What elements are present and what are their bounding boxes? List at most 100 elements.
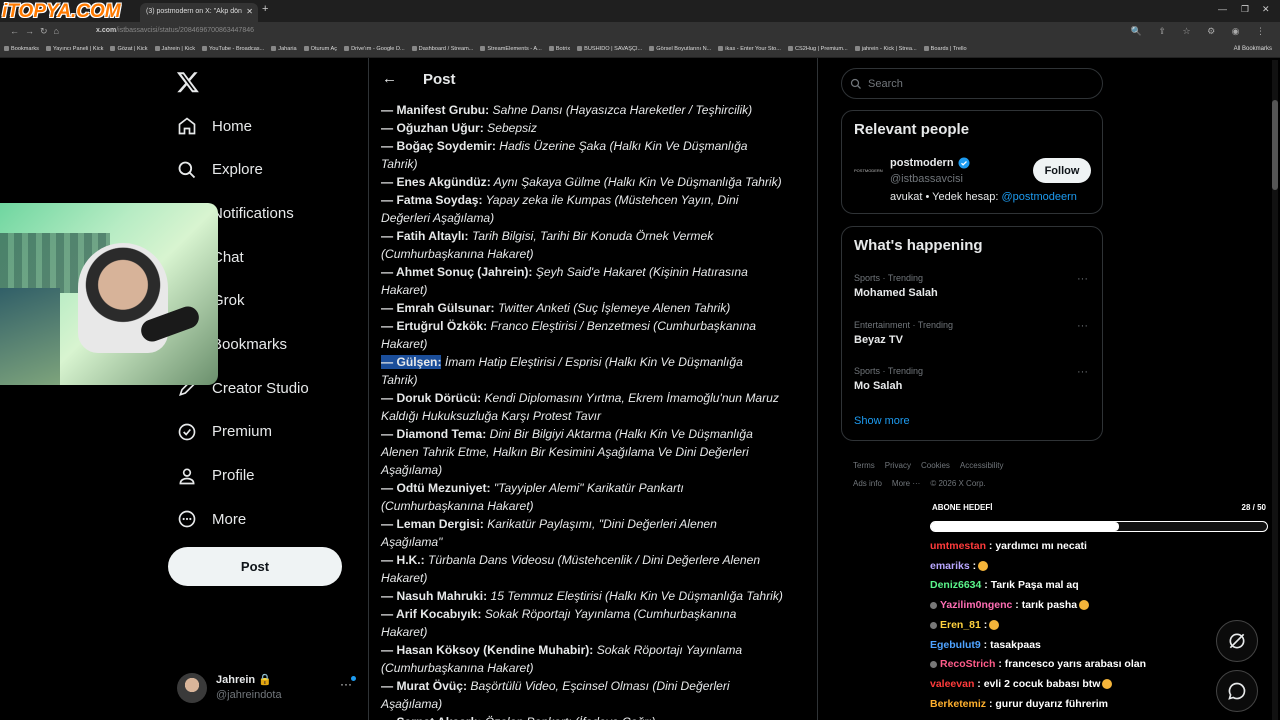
new-tab-icon[interactable]: + — [262, 3, 268, 15]
post-line-detail: (Cumhurbaşkanına Hakaret) — [381, 661, 534, 675]
footer-link[interactable]: © 2026 X Corp. — [930, 479, 985, 488]
post-line: — Fatma Soydaş: Yapay zeka ile Kumpas (M… — [381, 191, 813, 209]
post-line-detail: Hadis Üzerine Şaka (Halkı Kin Ve Düşmanl… — [495, 139, 748, 153]
person-bio-text: avukat • Yedek hesap: — [890, 191, 1002, 203]
post-line-name: — Oğuzhan Uğur: — [381, 121, 484, 135]
x-logo-icon[interactable] — [176, 70, 200, 94]
trend-item[interactable]: Entertainment · Trending Beyaz TV ··· — [854, 320, 1090, 346]
more-icon — [176, 508, 198, 530]
chat-username[interactable]: Deniz6634 — [930, 579, 981, 591]
bookmark-label: Gözat | Kick — [117, 46, 148, 52]
scrollbar-thumb[interactable] — [1272, 100, 1278, 190]
account-name: Jahrein 🔒 — [216, 673, 272, 686]
footer-link[interactable]: Cookies — [921, 461, 950, 470]
bookmark-label: Bookmarks — [11, 46, 39, 52]
bookmark-item[interactable]: Yayıncı Paneli | Kick — [45, 46, 103, 52]
maximize-icon[interactable]: ❐ — [1241, 4, 1249, 15]
post-line-detail: Sokak Röportajı Yayınlama (Cumhurbaşkanı… — [481, 607, 737, 621]
chat-username[interactable]: Berketemiz — [930, 698, 986, 710]
post-line-detail: Aşağılama" — [381, 535, 443, 549]
show-more-link[interactable]: Show more — [854, 415, 910, 427]
toolbar-icons[interactable]: 🔍 ⇪ ☆ ⚙ ◉ ⋮ — [1131, 26, 1272, 37]
footer-link[interactable]: More ··· — [892, 479, 920, 488]
nav-item-home[interactable]: Home — [176, 108, 252, 144]
post-line-detail: Dini Bir Bilgiyi Aktarma (Halkı Kin Ve D… — [486, 427, 753, 441]
chat-message: emariks : — [930, 557, 1270, 577]
chat-text: : — [969, 559, 977, 572]
chat-username[interactable]: emariks — [930, 560, 970, 572]
follow-button[interactable]: Follow — [1033, 158, 1091, 183]
bookmark-item[interactable]: Oturum Aç — [303, 46, 337, 52]
chat-username[interactable]: RecoStrich — [940, 658, 995, 670]
bio-link[interactable]: @postmodeern — [1002, 191, 1077, 203]
bookmark-item[interactable]: YouTube - Broadcas... — [202, 46, 264, 52]
nav-item-profile[interactable]: Profile — [176, 458, 255, 494]
nav-item-explore[interactable]: Explore — [176, 152, 263, 188]
post-line-detail: Alenen Tahrik Etme, Halkın Bir Kesimini … — [381, 445, 749, 459]
footer-link[interactable]: Privacy — [885, 461, 911, 470]
footer-link[interactable]: Ads info — [853, 479, 882, 488]
close-tab-icon[interactable]: ✕ — [246, 7, 253, 16]
post-line-detail: Hakaret) — [381, 283, 428, 297]
chat-text: : tarık pasha — [1012, 599, 1078, 612]
nav-item-premium[interactable]: Premium — [176, 414, 272, 450]
bookmark-item[interactable]: jahrein - Kick | Strea... — [854, 46, 917, 52]
bookmark-item[interactable]: Görsel Boyutlarını N... — [649, 46, 711, 52]
url-bar[interactable]: x.com/istbassavcisi/status/2084696700863… — [96, 27, 254, 34]
tab-title: (3) postmodern on X: "Akp dön — [146, 8, 242, 15]
back-arrow-icon[interactable]: ← — [382, 70, 397, 87]
chat-username[interactable]: umtmestan — [930, 540, 986, 552]
trend-item[interactable]: Sports · Trending Mohamed Salah ··· — [854, 273, 1090, 299]
chat-username[interactable]: Yazilim0ngenc — [940, 599, 1012, 611]
post-line-name: — Murat Övüç: — [381, 679, 468, 693]
trend-item[interactable]: Sports · Trending Mo Salah ··· — [854, 366, 1090, 392]
person-name[interactable]: postmodern — [890, 157, 970, 169]
trend-more-icon[interactable]: ··· — [1077, 366, 1088, 378]
footer-link[interactable]: Terms — [853, 461, 875, 470]
browser-tab[interactable]: (3) postmodern on X: "Akp dön ✕ — [140, 3, 258, 22]
bookmark-item[interactable]: ikas - Enter Your Sto... — [718, 46, 781, 52]
person-name-text: postmodern — [890, 157, 954, 169]
post-line: Aşağılama) — [381, 695, 813, 713]
account-switcher[interactable]: Jahrein 🔒 @jahreindota ··· — [177, 671, 357, 707]
bookmark-favicon-icon — [110, 46, 116, 52]
bookmark-item[interactable]: Drive'ım - Google D... — [344, 46, 405, 52]
url-path: /istbassavcisi/status/208469670086344784… — [116, 27, 255, 34]
bookmark-item[interactable]: StreamElements - A... — [480, 46, 542, 52]
chat-username[interactable]: Eren_81 — [940, 619, 981, 631]
nav-item-more[interactable]: More — [176, 501, 246, 537]
bookmark-item[interactable]: Botrix — [548, 46, 571, 52]
chat-text: : tasakpaas — [980, 638, 1041, 651]
search-input[interactable]: Search — [841, 68, 1103, 99]
post-line: — Hasan Köksoy (Kendine Muhabir): Sokak … — [381, 641, 813, 659]
navigation-buttons[interactable]: ←→↻⌂ — [10, 26, 65, 37]
bookmark-label: Botrix — [555, 46, 571, 52]
bookmark-item[interactable]: Bookmarks — [4, 46, 39, 52]
avatar[interactable]: POSTMODERN — [854, 161, 883, 179]
nav-item-label: Bookmarks — [212, 336, 288, 353]
post-button[interactable]: Post — [168, 547, 342, 586]
bookmark-favicon-icon — [4, 46, 9, 52]
page-scrollbar[interactable] — [1272, 60, 1278, 720]
bookmark-item[interactable]: CS2Hug | Premium... — [787, 46, 848, 52]
close-window-icon[interactable]: ✕ — [1262, 4, 1270, 15]
chat-username[interactable]: Egebulut9 — [930, 639, 981, 651]
chat-username[interactable]: valeevan — [930, 678, 974, 690]
footer-link[interactable]: Accessibility — [960, 461, 1004, 470]
trend-category: Entertainment · Trending — [854, 319, 954, 330]
all-bookmarks[interactable]: All Bookmarks — [1234, 46, 1272, 52]
bookmark-item[interactable]: Dashboard / Stream... — [411, 46, 473, 52]
bookmark-item[interactable]: Gözat | Kick — [110, 46, 148, 52]
grok-fab-icon[interactable] — [1216, 620, 1258, 662]
bookmark-item[interactable]: Boards | Trello — [923, 46, 967, 52]
minimize-icon[interactable]: — — [1218, 4, 1227, 14]
messages-fab-icon[interactable] — [1216, 670, 1258, 712]
webcam-wall-art — [0, 288, 60, 385]
bookmark-item[interactable]: Jahrein | Kick — [154, 46, 195, 52]
trend-more-icon[interactable]: ··· — [1077, 320, 1088, 332]
chat-badge-icon — [930, 601, 937, 609]
bookmark-item[interactable]: Jaharia — [271, 46, 297, 52]
bookmark-favicon-icon — [154, 46, 160, 52]
trend-more-icon[interactable]: ··· — [1077, 273, 1088, 285]
bookmark-item[interactable]: BUSHIDO | SAVAŞÇI... — [577, 46, 642, 52]
